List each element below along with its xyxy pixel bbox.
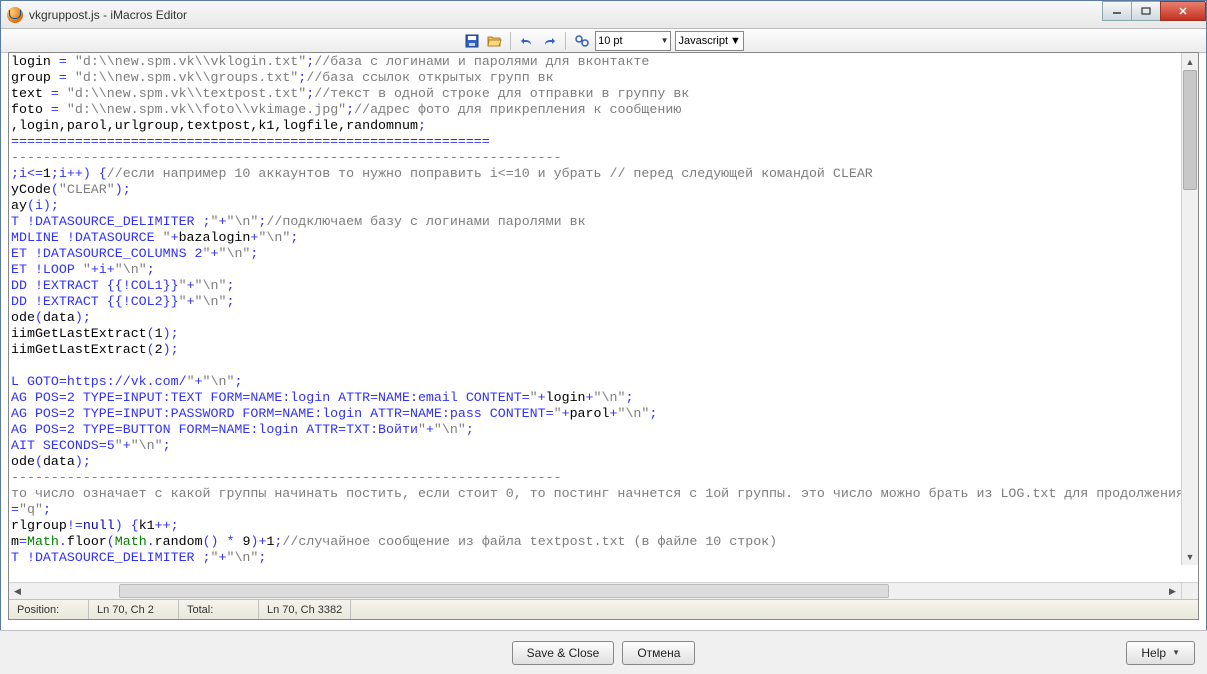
status-spacer — [351, 600, 1198, 619]
chevron-down-icon: ▼ — [661, 36, 669, 45]
toolbar: 10 pt ▼ Javascript ▼ — [1, 29, 1206, 53]
redo-icon[interactable] — [540, 32, 558, 50]
language-select[interactable]: Javascript ▼ — [675, 31, 743, 51]
language-value: Javascript — [678, 35, 728, 47]
minimize-button[interactable] — [1102, 1, 1132, 21]
horizontal-scrollbar[interactable]: ◀ ▶ — [9, 582, 1198, 599]
help-label: Help — [1141, 646, 1166, 660]
save-close-button[interactable]: Save & Close — [512, 641, 615, 665]
code-scroll-area[interactable]: login = "d:\\new.spm.vk\\vklogin.txt";//… — [9, 53, 1198, 582]
titlebar[interactable]: vkgruppost.js - iMacros Editor — [1, 1, 1206, 29]
footer: Save & Close Отмена Help ▼ — [0, 630, 1207, 674]
editor-panel: login = "d:\\new.spm.vk\\vklogin.txt";//… — [8, 52, 1199, 620]
help-button[interactable]: Help ▼ — [1126, 641, 1195, 665]
open-icon[interactable] — [485, 32, 503, 50]
separator — [565, 32, 566, 50]
window-controls — [1103, 1, 1206, 21]
code-text[interactable]: login = "d:\\new.spm.vk\\vklogin.txt";//… — [9, 53, 1198, 567]
find-icon[interactable] — [573, 32, 591, 50]
save-icon[interactable] — [463, 32, 481, 50]
scroll-left-icon[interactable]: ◀ — [9, 583, 26, 599]
status-bar: Position: Ln 70, Ch 2 Total: Ln 70, Ch 3… — [9, 599, 1198, 619]
scroll-thumb[interactable] — [119, 584, 889, 598]
scroll-right-icon[interactable]: ▶ — [1164, 583, 1181, 599]
maximize-button[interactable] — [1131, 1, 1161, 21]
close-button[interactable] — [1160, 1, 1206, 21]
font-size-value: 10 pt — [598, 35, 622, 47]
scroll-corner — [1181, 583, 1198, 599]
vertical-scrollbar[interactable]: ▲ ▼ — [1181, 53, 1198, 565]
window-title: vkgruppost.js - iMacros Editor — [29, 8, 187, 22]
scroll-down-icon[interactable]: ▼ — [1182, 548, 1198, 565]
position-value: Ln 70, Ch 2 — [89, 600, 179, 619]
undo-icon[interactable] — [518, 32, 536, 50]
separator — [510, 32, 511, 50]
total-value: Ln 70, Ch 3382 — [259, 600, 351, 619]
cancel-button[interactable]: Отмена — [622, 641, 695, 665]
chevron-down-icon: ▼ — [1172, 648, 1180, 657]
font-size-select[interactable]: 10 pt ▼ — [595, 31, 671, 51]
scroll-thumb[interactable] — [1183, 70, 1197, 190]
scroll-up-icon[interactable]: ▲ — [1182, 53, 1198, 70]
chevron-down-icon: ▼ — [730, 35, 741, 47]
position-label: Position: — [9, 600, 89, 619]
app-icon — [7, 7, 23, 23]
total-label: Total: — [179, 600, 259, 619]
